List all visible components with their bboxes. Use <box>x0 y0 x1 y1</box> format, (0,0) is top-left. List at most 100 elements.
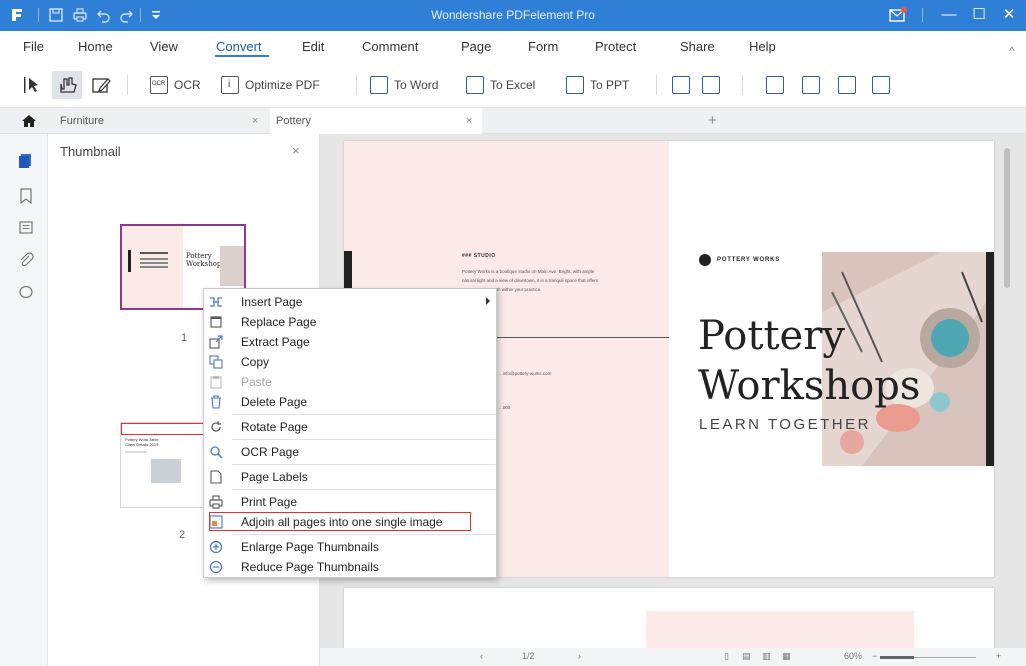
close-window-button[interactable]: ✕ <box>996 4 1022 26</box>
continuous-view-icon[interactable]: ▤ <box>742 651 751 662</box>
menu-item-rotate-page[interactable]: Rotate Page <box>204 417 496 437</box>
brand-name: POTTERY WORKS <box>717 257 781 263</box>
zoom-out-button[interactable]: − <box>872 651 877 661</box>
ocr-label: OCR <box>174 78 201 92</box>
zoom-slider[interactable] <box>880 656 976 659</box>
menu-edit[interactable]: Edit <box>302 39 324 54</box>
to-ppt-label: To PPT <box>590 78 630 92</box>
panel-close-button[interactable]: × <box>292 143 300 158</box>
to-excel-icon <box>466 76 484 94</box>
extract-page-icon <box>209 335 223 349</box>
menu-help[interactable]: Help <box>749 39 776 54</box>
menu-item-enlarge-thumbnails[interactable]: Enlarge Page Thumbnails <box>204 537 496 557</box>
bookmark-icon[interactable] <box>18 188 34 204</box>
document-title-line1: Pottery <box>698 313 845 359</box>
grid-view-icon[interactable]: ▦ <box>782 651 791 662</box>
home-icon[interactable] <box>22 115 36 127</box>
menu-bar: File Home View Convert Edit Comment Page… <box>0 31 1026 63</box>
menu-share[interactable]: Share <box>680 39 715 54</box>
menu-item-reduce-thumbnails[interactable]: Reduce Page Thumbnails <box>204 557 496 577</box>
to-ppt-icon <box>566 76 584 94</box>
menu-separator <box>232 414 496 415</box>
titlebar-separator <box>922 8 923 22</box>
hand-tool-button[interactable] <box>52 71 82 99</box>
document-title-line2: Workshops <box>698 363 921 409</box>
to-ppt-button[interactable]: To PPT <box>566 73 629 97</box>
menu-item-extract-page[interactable]: Extract Page <box>204 332 496 352</box>
next-page-button[interactable]: › <box>578 651 581 661</box>
page-number-1: 1 <box>181 332 188 344</box>
to-text-button[interactable] <box>702 73 726 97</box>
ocr-button[interactable]: OCR OCR <box>150 73 201 97</box>
menu-convert[interactable]: Convert <box>216 39 262 54</box>
replace-page-icon <box>210 316 222 328</box>
tab-close-button[interactable]: × <box>466 108 472 134</box>
menu-separator <box>232 489 496 490</box>
to-rtf-button[interactable] <box>838 73 862 97</box>
tab-pottery[interactable]: Pottery <box>270 108 482 134</box>
vertical-scrollbar[interactable] <box>1004 148 1010 288</box>
submenu-arrow-icon <box>486 297 490 305</box>
zoom-level[interactable]: 60% <box>844 651 862 661</box>
menu-form[interactable]: Form <box>528 39 558 54</box>
menu-separator <box>232 534 496 535</box>
menu-item-page-labels[interactable]: Page Labels <box>204 467 496 487</box>
menu-item-copy[interactable]: Copy <box>204 352 496 372</box>
copy-icon <box>209 355 223 369</box>
tab-close-button[interactable]: × <box>252 108 258 134</box>
zoom-in-button[interactable]: + <box>996 651 1001 661</box>
optimize-pdf-label: Optimize PDF <box>245 78 320 92</box>
pottery-photo <box>822 252 994 466</box>
menu-item-print-page[interactable]: Print Page <box>204 492 496 512</box>
menu-item-ocr-page[interactable]: OCR Page <box>204 442 496 462</box>
to-pdfa-button[interactable] <box>872 73 896 97</box>
thumbnail-context-menu: Insert Page Replace Page Extract Page Co… <box>203 288 497 578</box>
to-word-icon <box>370 76 388 94</box>
prev-page-button[interactable]: ‹ <box>480 651 483 661</box>
comment-list-icon[interactable] <box>18 220 34 236</box>
minimize-button[interactable]: — <box>936 4 962 26</box>
thumbnail-panel-icon[interactable] <box>18 152 34 168</box>
edit-tool-button[interactable] <box>86 71 116 99</box>
insert-page-icon <box>210 297 222 307</box>
menu-comment[interactable]: Comment <box>362 39 418 54</box>
collapse-ribbon-icon[interactable]: ^ <box>1009 44 1015 58</box>
to-epub-button[interactable] <box>766 73 790 97</box>
brand-mark-icon <box>699 254 711 266</box>
optimize-pdf-button[interactable]: i Optimize PDF <box>221 73 320 97</box>
message-icon[interactable] <box>888 6 908 24</box>
panel-title: Thumbnail <box>60 144 121 159</box>
menu-item-insert-page[interactable]: Insert Page <box>204 292 496 312</box>
to-image-button[interactable] <box>672 73 696 97</box>
two-page-view-icon[interactable]: ▥ <box>762 651 771 662</box>
menu-item-replace-page[interactable]: Replace Page <box>204 312 496 332</box>
tab-label: Furniture <box>60 115 105 127</box>
to-word-button[interactable]: To Word <box>370 73 438 97</box>
to-excel-button[interactable]: To Excel <box>466 73 535 97</box>
attachment-icon[interactable] <box>18 252 34 268</box>
thumb-photo <box>151 459 181 483</box>
menu-page[interactable]: Page <box>461 39 491 54</box>
page-labels-icon <box>210 470 222 484</box>
to-html-button[interactable] <box>802 73 826 97</box>
single-page-view-icon[interactable]: ▯ <box>724 651 729 662</box>
search-panel-icon[interactable] <box>18 284 34 300</box>
zoom-slider-fill <box>880 656 914 659</box>
maximize-button[interactable]: ☐ <box>966 4 992 26</box>
menu-file[interactable]: File <box>23 39 44 54</box>
highlight-box <box>209 512 471 531</box>
menu-item-delete-page[interactable]: Delete Page <box>204 392 496 412</box>
menu-home[interactable]: Home <box>78 39 113 54</box>
new-tab-button[interactable]: + <box>708 108 717 134</box>
menu-item-paste[interactable]: Paste <box>204 372 496 392</box>
menu-protect[interactable]: Protect <box>595 39 636 54</box>
menu-view[interactable]: View <box>150 39 178 54</box>
studio-heading: ### STUDIO <box>462 253 496 259</box>
page-indicator[interactable]: 1/2 <box>522 651 535 661</box>
left-sidebar <box>0 134 48 666</box>
title-bar: Wondershare PDFelement Pro — ☐ ✕ <box>0 0 1026 31</box>
tab-furniture[interactable]: Furniture <box>50 108 260 134</box>
toolbar-separator <box>656 75 657 95</box>
contact-email: ...info@pottery-works.com <box>499 371 552 376</box>
select-tool-button[interactable] <box>18 71 48 99</box>
